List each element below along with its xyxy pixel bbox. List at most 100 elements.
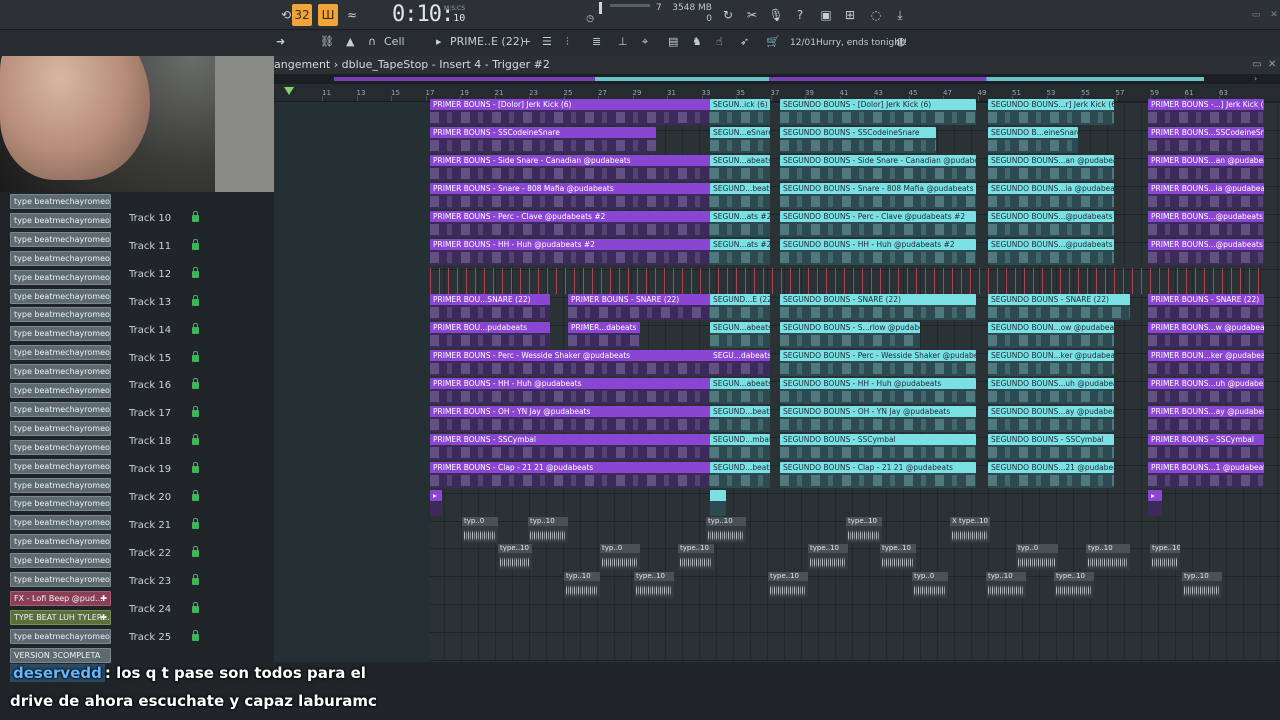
file-icon[interactable]: ▤ [668, 35, 678, 48]
channel-button[interactable]: type beatmechayromeo_... [10, 288, 111, 304]
channel-button[interactable]: type beatmechayromeo_... [10, 383, 111, 398]
track-header[interactable]: Track 17 [118, 399, 274, 427]
pattern-clip[interactable]: SEGUND...beats [710, 182, 770, 209]
track-enable-icon[interactable] [192, 545, 199, 557]
tempo-slider-handle[interactable] [599, 2, 602, 14]
audio-clip[interactable]: type..10 [678, 544, 714, 571]
channel-button[interactable]: TYPE BEAT LUH TYLER... ✚ [10, 609, 111, 625]
audio-clip[interactable]: type..10 [808, 544, 848, 571]
channel-button[interactable]: type beatmechayromeo_... [10, 628, 111, 644]
channel-button[interactable]: type beatmechayromeo_... [10, 269, 111, 285]
audio-clip[interactable]: type..10 [498, 544, 532, 571]
magnet-icon[interactable]: ∩ [368, 35, 376, 48]
channel-button[interactable]: type beatmechayromeo_... [10, 307, 111, 323]
pattern-clip[interactable]: PRIMER BOU...SNARE (22) [430, 294, 550, 321]
touch-icon[interactable]: ☝ [716, 35, 723, 48]
mixer-icon[interactable]: ≣ [592, 35, 601, 48]
audio-clip[interactable]: typ..10 [1086, 544, 1130, 571]
pattern-clip[interactable]: SEGUND...beats [710, 461, 770, 488]
track-header[interactable]: Track 22 [118, 539, 274, 567]
pattern-clip[interactable]: PRIMER BOUNS - SSCymbal [1148, 433, 1264, 460]
pattern-clip[interactable]: PRIMER BOUNS - SNARE (22) [1148, 294, 1264, 321]
small-pattern-clip[interactable]: ▸ [1148, 489, 1162, 516]
channel-button[interactable]: type beatmechayromeo_... [10, 212, 111, 228]
track-header[interactable]: Track 20 [118, 483, 274, 511]
track-header[interactable]: Track 19 [118, 455, 274, 483]
pattern-clip[interactable]: SEGUND...beats [710, 405, 770, 432]
channel-button[interactable]: type beatmechayromeo_... [10, 458, 111, 474]
track-enable-icon[interactable] [192, 211, 199, 222]
link-icon[interactable]: ⛓ [320, 35, 334, 48]
pattern-clip[interactable]: PRIMER BOUNS -...] Jerk Kick (6) [1148, 99, 1264, 125]
add-to-playlist-icon[interactable]: ✚ [100, 611, 107, 624]
track-enable-icon[interactable] [192, 601, 199, 613]
pattern-clip[interactable]: SEGUN...abeats [710, 322, 770, 349]
pattern-clip[interactable]: SEGUNDO BOUNS - Snare - 808 Mafia @pudab… [780, 182, 976, 209]
track-enable-icon[interactable] [192, 462, 199, 474]
playlist-overview-scrollbar[interactable]: › [274, 74, 1280, 84]
piano-roll-icon[interactable]: ⊥ [618, 35, 628, 48]
channel-rack-icon[interactable]: ⫶ [566, 35, 569, 49]
pattern-clip[interactable]: SEGU...dabeats [710, 350, 770, 377]
pattern-clip[interactable]: SEGUNDO BOUNS - SNARE (22) [780, 294, 976, 321]
track-enable-icon[interactable] [192, 350, 199, 362]
audio-clip[interactable]: type..10 [880, 544, 916, 571]
undo-icon[interactable]: ↻ [718, 4, 738, 26]
pattern-clip[interactable]: SEGUNDO B...eineSnare [988, 126, 1078, 153]
track-header[interactable]: Track 14 [118, 316, 274, 344]
pattern-clip[interactable]: PRIMER BOUNS - SSCodeineSnare [430, 126, 656, 153]
track-header[interactable]: Track 23 [118, 567, 274, 595]
snap-select[interactable]: Cell [384, 35, 405, 48]
add-to-playlist-icon[interactable]: ✚ [100, 592, 107, 605]
pattern-clip[interactable]: PRIMER BOUNS...uh @pudabeats [1148, 378, 1264, 404]
play-icon[interactable]: ▸ [436, 35, 442, 48]
plugin-icon[interactable]: ⊞ [840, 4, 860, 26]
audio-clip[interactable]: typ..0 [600, 544, 640, 571]
help-icon[interactable]: ? [790, 4, 810, 26]
pattern-clip[interactable]: PRIMER BOUNS...an @pudabeats [1148, 154, 1264, 181]
timeline-ruler[interactable]: 11 13 15 17 19 21 23 25 27 29 31 33 35 37 39 41 43 45 47 49… [274, 84, 1280, 102]
pattern-clip[interactable]: PRIMER BOUN...ker @pudabeats [1148, 350, 1264, 377]
pattern-clip[interactable]: SEGUN..ick (6) [710, 99, 770, 125]
channel-button[interactable]: type beatmechayromeo_... [10, 553, 111, 569]
pattern-clip[interactable]: SEGUNDO BOUNS - Perc - Clave @pudabeats … [780, 210, 976, 237]
pattern-clip[interactable]: SEGUNDO BOUNS...uh @pudabeats [988, 378, 1114, 404]
stamp-icon[interactable]: ▲ [346, 35, 354, 48]
channel-button[interactable]: type beatmechayromeo_... [10, 572, 111, 587]
channel-button[interactable]: type beatmechayromeo_... [10, 326, 111, 342]
globe-icon[interactable]: ◍ [896, 35, 906, 48]
channel-button[interactable]: type beatmechayromeo_... [10, 194, 111, 209]
channel-button[interactable]: type beatmechayromeo_... [10, 496, 111, 512]
channel-button[interactable]: type beatmechayromeo_... [10, 534, 111, 550]
mic-icon[interactable]: 🎙 [766, 4, 786, 26]
tempo-slider[interactable] [610, 4, 650, 7]
channel-button[interactable]: type beatmechayromeo_... [10, 477, 111, 493]
audio-clip[interactable]: typ..10 [528, 516, 568, 543]
channel-button[interactable]: type beatmechayromeo_... [10, 401, 111, 417]
track-12-note-stabs[interactable] [430, 268, 1264, 294]
pattern-clip[interactable]: PRIMER BOUNS - SNARE (22) [568, 294, 718, 321]
pattern-clip[interactable]: SEGUNDO BOUNS - SSCodeineSnare [780, 126, 936, 153]
small-pattern-clip[interactable] [710, 489, 726, 516]
browser-icon[interactable]: ⌖ [642, 35, 648, 49]
scroll-right-icon[interactable]: › [1254, 74, 1257, 83]
pattern-mode-button[interactable]: 32 [292, 4, 312, 26]
audio-clip[interactable]: typ..10 [1182, 572, 1222, 599]
track-enable-icon[interactable] [192, 517, 199, 529]
track-enable-icon[interactable] [192, 322, 199, 334]
pattern-clip[interactable]: SEGUNDO BOUNS - OH - YN Jay @pudabeats [780, 405, 976, 432]
audio-clip[interactable]: typ..10 [564, 572, 600, 599]
arrow-icon[interactable]: ➜ [276, 35, 285, 48]
track-header[interactable]: Track 25 [118, 623, 274, 651]
channel-button[interactable]: type beatmechayromeo_... [10, 345, 111, 361]
channel-button[interactable]: FX - Lofi Beep @pud... ✚ [10, 590, 111, 606]
chat-icon[interactable]: ◌ [866, 4, 886, 26]
audio-clip[interactable]: typ..0 [1016, 544, 1058, 571]
audio-clip[interactable]: type..10 [1054, 572, 1094, 599]
track-header[interactable]: Track 10 [118, 204, 274, 232]
metronome-icon[interactable]: ◷ [580, 8, 600, 30]
pattern-clip[interactable]: SEGUN...ats #2 [710, 238, 770, 265]
pattern-clip[interactable]: SEGUN...eSnare [710, 126, 770, 153]
pattern-clip[interactable]: SEGUNDO BOUNS - S...rlow @pudabeats [780, 322, 920, 349]
track-enable-icon[interactable] [192, 266, 199, 278]
